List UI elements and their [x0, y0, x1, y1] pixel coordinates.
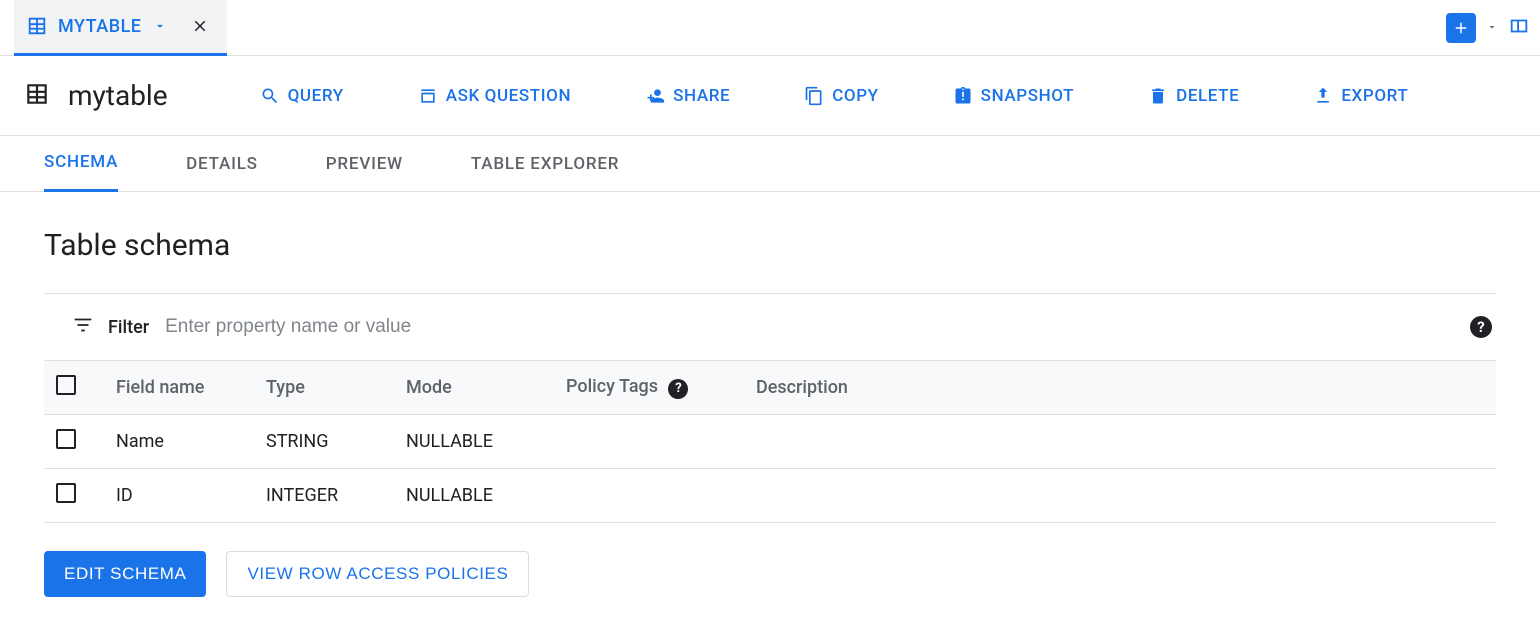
- query-button[interactable]: QUERY: [246, 78, 358, 114]
- cell-mode: NULLABLE: [394, 415, 554, 469]
- copy-label: COPY: [832, 86, 878, 106]
- view-row-access-policies-button[interactable]: VIEW ROW ACCESS POLICIES: [226, 551, 529, 597]
- schema-heading: Table schema: [44, 228, 1496, 263]
- table-row: Name STRING NULLABLE: [44, 415, 1496, 469]
- help-icon[interactable]: ?: [1470, 316, 1492, 338]
- filter-label: Filter: [108, 317, 149, 338]
- subtab-bar: SCHEMA DETAILS PREVIEW TABLE EXPLORER: [0, 136, 1540, 192]
- snapshot-label: SNAPSHOT: [981, 86, 1074, 106]
- table-icon: [24, 81, 50, 111]
- schema-panel: Table schema Filter ? Field name Type Mo…: [0, 192, 1540, 627]
- close-icon[interactable]: [191, 17, 209, 35]
- help-icon[interactable]: ?: [668, 379, 688, 399]
- add-tab-button[interactable]: [1446, 13, 1476, 43]
- cell-desc: [744, 415, 1496, 469]
- col-description: Description: [744, 361, 1496, 415]
- schema-table: Field name Type Mode Policy Tags ? Descr…: [44, 361, 1496, 523]
- cell-mode: NULLABLE: [394, 469, 554, 523]
- tab-preview[interactable]: PREVIEW: [326, 136, 403, 192]
- add-tab-menu-caret[interactable]: [1482, 18, 1502, 37]
- row-checkbox[interactable]: [56, 483, 76, 503]
- query-label: QUERY: [288, 86, 344, 106]
- page-title: mytable: [68, 79, 168, 112]
- edit-schema-button[interactable]: EDIT SCHEMA: [44, 551, 206, 597]
- title-bar: mytable QUERY ASK QUESTION SHARE COPY SN…: [0, 56, 1540, 136]
- export-label: EXPORT: [1341, 86, 1408, 106]
- cell-type: INTEGER: [254, 469, 394, 523]
- cell-policy: [554, 469, 744, 523]
- delete-button[interactable]: DELETE: [1134, 78, 1253, 114]
- filter-input[interactable]: [163, 315, 1456, 339]
- copy-button[interactable]: COPY: [790, 78, 892, 114]
- cell-policy: [554, 415, 744, 469]
- tab-details[interactable]: DETAILS: [186, 136, 258, 192]
- cell-field: Name: [104, 415, 254, 469]
- col-mode: Mode: [394, 361, 554, 415]
- share-button[interactable]: SHARE: [631, 78, 744, 114]
- select-all-checkbox[interactable]: [56, 375, 76, 395]
- cell-type: STRING: [254, 415, 394, 469]
- ask-label: ASK QUESTION: [446, 86, 571, 106]
- tab-table-explorer[interactable]: TABLE EXPLORER: [471, 136, 619, 192]
- delete-label: DELETE: [1176, 86, 1239, 106]
- col-type: Type: [254, 361, 394, 415]
- file-tab-label: MYTABLE: [58, 16, 141, 37]
- table-icon: [26, 15, 48, 37]
- chevron-down-icon[interactable]: [153, 19, 167, 33]
- snapshot-button[interactable]: SNAPSHOT: [939, 78, 1088, 114]
- tab-strip: MYTABLE: [0, 0, 1540, 56]
- col-field-name: Field name: [104, 361, 254, 415]
- filter-row: Filter ?: [44, 293, 1496, 361]
- export-button[interactable]: EXPORT: [1299, 78, 1422, 114]
- file-tab-mytable[interactable]: MYTABLE: [14, 0, 227, 56]
- ask-question-button[interactable]: ASK QUESTION: [404, 78, 585, 114]
- schema-header-row: Field name Type Mode Policy Tags ? Descr…: [44, 361, 1496, 415]
- col-policy-tags: Policy Tags ?: [554, 361, 744, 415]
- panel-icon[interactable]: [1508, 15, 1530, 41]
- cell-desc: [744, 469, 1496, 523]
- table-row: ID INTEGER NULLABLE: [44, 469, 1496, 523]
- filter-icon: [72, 314, 94, 340]
- row-checkbox[interactable]: [56, 429, 76, 449]
- tab-schema[interactable]: SCHEMA: [44, 136, 118, 192]
- cell-field: ID: [104, 469, 254, 523]
- share-label: SHARE: [673, 86, 730, 106]
